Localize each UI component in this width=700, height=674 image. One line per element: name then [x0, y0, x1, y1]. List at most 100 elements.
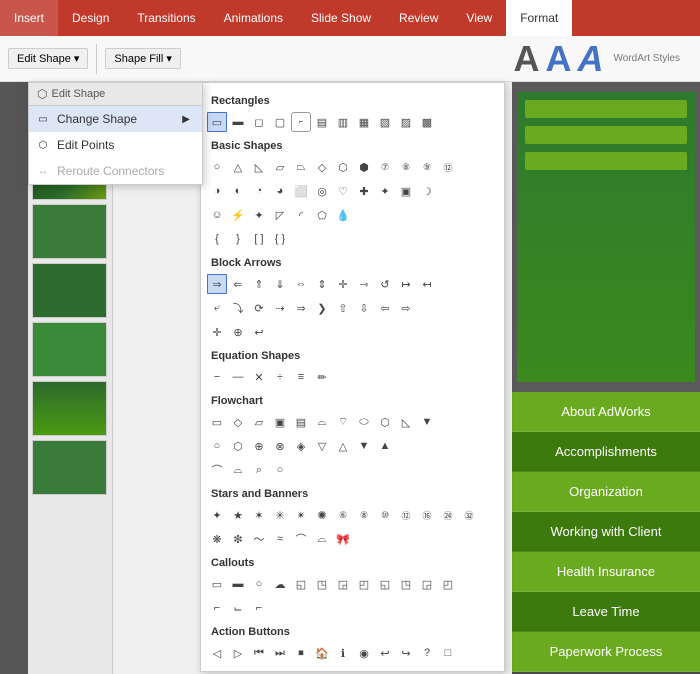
shape-rect-7[interactable]: ▥ — [333, 112, 353, 132]
shape-circular-arrow[interactable]: ↩ — [249, 322, 269, 342]
shape-s32[interactable]: ㉜ — [459, 505, 479, 525]
shape-line-callout-5[interactable]: ◱ — [375, 574, 395, 594]
shape-callout-extra-3[interactable]: ⌐ — [249, 598, 269, 618]
tab-view[interactable]: View — [452, 0, 506, 36]
shape-flow-tape[interactable]: ⊗ — [270, 436, 290, 456]
shape-rect-9[interactable]: ▧ — [375, 112, 395, 132]
tab-insert[interactable]: Insert — [0, 0, 58, 36]
shape-arrow-curve[interactable]: ⟳ — [249, 298, 269, 318]
shape-plaque[interactable]: ▣ — [396, 181, 416, 201]
tab-review[interactable]: Review — [385, 0, 452, 36]
shape-callout-extra-1[interactable]: ⌐ — [207, 598, 227, 618]
shape-striped-arrow[interactable]: ⤶ — [207, 298, 227, 318]
action-info[interactable]: 🏠 — [312, 643, 332, 663]
shape-star4[interactable]: ✦ — [375, 181, 395, 201]
shape-lightning[interactable]: ⚡ — [228, 205, 248, 225]
action-blank[interactable]: □ — [438, 643, 458, 663]
shape-scroll-v[interactable]: ⌓ — [312, 529, 332, 549]
shape-flow-prep[interactable]: ⬡ — [375, 412, 395, 432]
slide-thumb-5[interactable] — [32, 322, 107, 377]
action-movie[interactable]: ◉ — [354, 643, 374, 663]
shape-arrow-callout-u[interactable]: ⇧ — [333, 298, 353, 318]
shape-rect-1[interactable]: ▭ — [207, 112, 227, 132]
action-back[interactable]: ◁ — [207, 643, 227, 663]
shape-equal[interactable]: ≡ — [291, 367, 311, 387]
shape-circle-9[interactable]: ⑨ — [417, 157, 437, 177]
shape-frame[interactable]: ⬜ — [291, 181, 311, 201]
shape-flow-offconn[interactable]: ⬡ — [228, 436, 248, 456]
shape-plus[interactable]: − — [207, 367, 227, 387]
shape-rect-8[interactable]: ▦ — [354, 112, 374, 132]
shape-chevron-arrow[interactable]: ❯ — [312, 298, 332, 318]
shape-scroll-h[interactable]: ⌒ — [291, 529, 311, 549]
nav-organization[interactable]: Organization — [512, 472, 700, 512]
shape-flow-sumjunc[interactable]: ◈ — [291, 436, 311, 456]
context-change-shape[interactable]: ▭ Change Shape ▶ — [29, 106, 202, 132]
shape-flow-multi-doc[interactable]: ⌔ — [333, 412, 353, 432]
tab-animations[interactable]: Animations — [210, 0, 297, 36]
shape-cross[interactable]: ✚ — [354, 181, 374, 201]
shape-fill-button[interactable]: Shape Fill ▾ — [105, 48, 181, 69]
shape-round-corner[interactable]: ◜ — [291, 205, 311, 225]
shape-u-turn[interactable]: ↺ — [375, 274, 395, 294]
shape-star6pt[interactable]: ✶ — [249, 505, 269, 525]
shape-ribbon-up[interactable]: ❋ — [207, 529, 227, 549]
shape-flow-manual[interactable]: ◺ — [396, 412, 416, 432]
shape-callout-extra-2[interactable]: ⌙ — [228, 598, 248, 618]
shape-diamond[interactable]: ◇ — [312, 157, 332, 177]
slide-thumb-3[interactable] — [32, 204, 107, 259]
shape-ribbon-down[interactable]: ❇ — [228, 529, 248, 549]
context-edit-points[interactable]: ⬡ Edit Points — [29, 132, 202, 158]
shape-s10[interactable]: ⑩ — [375, 505, 395, 525]
shape-parallelogram[interactable]: ▱ — [270, 157, 290, 177]
shape-arrow-right[interactable]: ⇒ — [207, 274, 227, 294]
shape-right-triangle[interactable]: ◺ — [249, 157, 269, 177]
shape-rect-2[interactable]: ▬ — [228, 112, 248, 132]
shape-line-callout-6[interactable]: ◳ — [396, 574, 416, 594]
shape-flow-offpage[interactable]: ▼ — [417, 412, 437, 432]
shape-star5pt[interactable]: ★ — [228, 505, 248, 525]
shape-s8[interactable]: ⑧ — [354, 505, 374, 525]
shape-decagon[interactable]: ⬠ — [312, 205, 332, 225]
shape-oval-callout[interactable]: ○ — [249, 574, 269, 594]
shape-flow-merge[interactable]: ⌒ — [207, 460, 227, 480]
shape-bracket-pair[interactable]: [ ] — [249, 229, 269, 249]
slide-thumb-7[interactable] — [32, 440, 107, 495]
shape-arrow-down[interactable]: ⇓ — [270, 274, 290, 294]
shape-notched-arrow[interactable]: ⤵ — [228, 298, 248, 318]
tab-design[interactable]: Design — [58, 0, 123, 36]
shape-star4pt[interactable]: ✦ — [207, 505, 227, 525]
shape-flow-predef[interactable]: ▣ — [270, 412, 290, 432]
shape-bent-arrow[interactable]: ⇾ — [354, 274, 374, 294]
action-doc[interactable]: ↩ — [375, 643, 395, 663]
action-beginning[interactable]: ⏮ — [249, 643, 269, 663]
shape-star7pt[interactable]: ✳ — [270, 505, 290, 525]
shape-flow-card[interactable]: ⊕ — [249, 436, 269, 456]
shape-double-wave[interactable]: ≈ — [270, 529, 290, 549]
shape-divide[interactable]: ÷ — [270, 367, 290, 387]
shape-flow-internal[interactable]: ▤ — [291, 412, 311, 432]
shape-line-callout-3[interactable]: ◲ — [333, 574, 353, 594]
shape-flow-or[interactable]: ▽ — [312, 436, 332, 456]
shape-circle-7[interactable]: ⑦ — [375, 157, 395, 177]
nav-health-insurance[interactable]: Health Insurance — [512, 552, 700, 592]
shape-brace-pair[interactable]: { } — [270, 229, 290, 249]
shape-triangle[interactable]: △ — [228, 157, 248, 177]
shape-ellipse[interactable]: ○ — [207, 157, 227, 177]
shape-line-callout-8[interactable]: ◰ — [438, 574, 458, 594]
shape-arrow-callout-ud[interactable]: ⇨ — [396, 298, 416, 318]
action-sound[interactable]: ↪ — [396, 643, 416, 663]
shape-flow-decision[interactable]: ◇ — [228, 412, 248, 432]
shape-teardrop[interactable]: 💧 — [333, 205, 353, 225]
shape-rect-11[interactable]: ▩ — [417, 112, 437, 132]
shape-line-callout-1[interactable]: ◱ — [291, 574, 311, 594]
shape-donut[interactable]: ◎ — [312, 181, 332, 201]
shape-curved-arrow-r[interactable]: ⇢ — [270, 298, 290, 318]
shape-line-callout-4[interactable]: ◰ — [354, 574, 374, 594]
shape-arc[interactable]: ◕ — [270, 181, 290, 201]
shape-quad-arrow[interactable]: ✛ — [207, 322, 227, 342]
shape-s6[interactable]: ⑥ — [333, 505, 353, 525]
shape-hexagon[interactable]: ⬡ — [333, 157, 353, 177]
shape-rect-5[interactable]: ⌐ — [291, 112, 311, 132]
shape-flow-extract[interactable]: ▲ — [375, 436, 395, 456]
